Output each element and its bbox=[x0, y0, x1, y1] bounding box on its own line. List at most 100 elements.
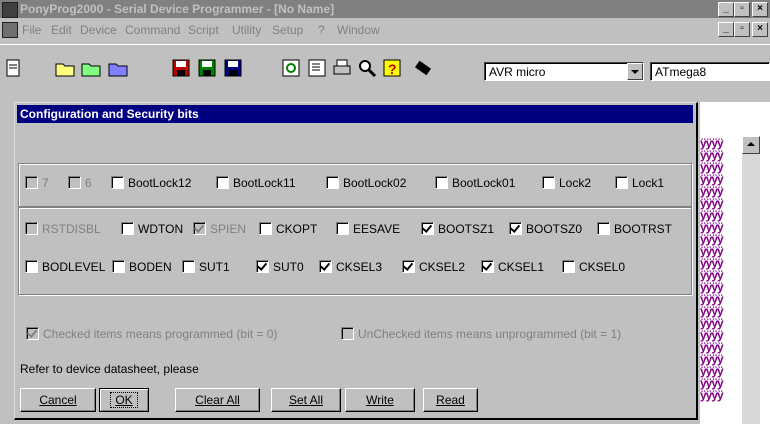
checkbox-box bbox=[25, 176, 38, 189]
chevron-down-icon[interactable] bbox=[627, 63, 643, 80]
menu-command[interactable]: Command bbox=[125, 23, 180, 37]
fuse-wdton-checkbox[interactable]: WDTON bbox=[121, 221, 183, 237]
menu-file[interactable]: File bbox=[22, 23, 41, 37]
lock-7-checkbox: 7 bbox=[25, 175, 49, 191]
config-dialog: Configuration and Security bits 7 6 BootLo… bbox=[14, 102, 698, 420]
fuse-cksel3-checkbox[interactable]: CKSEL3 bbox=[319, 259, 382, 275]
fuse-ckopt-checkbox[interactable]: CKOPT bbox=[259, 221, 317, 237]
open-data-icon[interactable] bbox=[107, 57, 129, 79]
app-title-bar: PonyProg2000 - Serial Device Programmer … bbox=[0, 0, 770, 18]
checkbox-box[interactable] bbox=[256, 260, 269, 273]
toolbar: ? AVR micro ATmega8 bbox=[0, 44, 770, 103]
help-icon[interactable]: ? bbox=[381, 57, 403, 79]
checkbox-label: SUT0 bbox=[273, 260, 304, 274]
scroll-up-button[interactable] bbox=[742, 136, 760, 154]
fuse-bootsz1-checkbox[interactable]: BOOTSZ1 bbox=[421, 221, 494, 237]
clear-all-button[interactable]: Clear All bbox=[175, 388, 260, 412]
vertical-scrollbar[interactable] bbox=[742, 136, 760, 424]
lock-bootlock01-checkbox[interactable]: BootLock01 bbox=[435, 175, 515, 191]
child-minimize-button[interactable]: _ bbox=[718, 22, 734, 37]
checkbox-label: BootLock11 bbox=[233, 176, 296, 190]
checkbox-label: CKSEL2 bbox=[419, 260, 466, 274]
datasheet-note: Refer to device datasheet, please bbox=[20, 362, 199, 376]
checkbox-box[interactable] bbox=[25, 260, 38, 273]
fuse-eesave-checkbox[interactable]: EESAVE bbox=[336, 221, 400, 237]
checkbox-box[interactable] bbox=[336, 222, 349, 235]
fuse-cksel2-checkbox[interactable]: CKSEL2 bbox=[402, 259, 465, 275]
chip-icon bbox=[414, 60, 432, 76]
new-file-icon[interactable] bbox=[2, 57, 24, 79]
fuse-boden-checkbox[interactable]: BODEN bbox=[112, 259, 172, 275]
checkbox-box[interactable] bbox=[597, 222, 610, 235]
checkbox-label: BOOTSZ0 bbox=[526, 222, 583, 236]
checkbox-box[interactable] bbox=[259, 222, 272, 235]
lock-6-checkbox: 6 bbox=[68, 175, 92, 191]
checkbox-box[interactable] bbox=[562, 260, 575, 273]
checkbox-label: Lock2 bbox=[559, 176, 592, 190]
checkbox-box[interactable] bbox=[319, 260, 332, 273]
checkbox-box[interactable] bbox=[121, 222, 134, 235]
save-data-icon[interactable] bbox=[222, 57, 244, 79]
menu-window[interactable]: Window bbox=[337, 23, 380, 37]
set-all-button[interactable]: Set All bbox=[271, 388, 341, 412]
checkbox-box[interactable] bbox=[542, 176, 555, 189]
reload-icon[interactable] bbox=[280, 57, 302, 79]
device-model-select[interactable]: ATmega8 bbox=[650, 62, 770, 81]
child-restore-button[interactable]: ▫ bbox=[734, 22, 750, 37]
checkbox-box[interactable] bbox=[421, 222, 434, 235]
read-button[interactable]: Read bbox=[423, 388, 478, 412]
lock-bootlock11-checkbox[interactable]: BootLock11 bbox=[216, 175, 296, 191]
checkbox-box[interactable] bbox=[481, 260, 494, 273]
legend-unchecked: UnChecked items means unprogrammed (bit … bbox=[341, 326, 621, 342]
print-icon[interactable] bbox=[331, 57, 353, 79]
lock-lock2-checkbox[interactable]: Lock2 bbox=[542, 175, 591, 191]
fuse-bootsz0-checkbox[interactable]: BOOTSZ0 bbox=[509, 221, 582, 237]
checkbox-box[interactable] bbox=[402, 260, 415, 273]
menu-script[interactable]: Script bbox=[188, 23, 219, 37]
svg-text:?: ? bbox=[388, 61, 397, 77]
lock-bootlock12-checkbox[interactable]: BootLock12 bbox=[111, 175, 191, 191]
checkbox-label: BootLock12 bbox=[128, 176, 192, 190]
checkbox-box bbox=[25, 222, 38, 235]
checkbox-box[interactable] bbox=[216, 176, 229, 189]
checkbox-box[interactable] bbox=[509, 222, 522, 235]
open-folder-icon[interactable] bbox=[54, 57, 76, 79]
ok-button[interactable]: OK bbox=[99, 388, 149, 412]
checkbox-label: CKSEL0 bbox=[579, 260, 626, 274]
edit-buffer-icon[interactable] bbox=[306, 57, 328, 79]
write-button[interactable]: Write bbox=[345, 388, 415, 412]
checkbox-box[interactable] bbox=[326, 176, 339, 189]
menu-utility[interactable]: Utility bbox=[232, 23, 261, 37]
menu-help[interactable]: ? bbox=[318, 23, 325, 37]
restore-button[interactable]: ▫ bbox=[734, 2, 750, 17]
document-icon[interactable] bbox=[2, 22, 18, 38]
checkbox-box[interactable] bbox=[615, 176, 628, 189]
lock-lock1-checkbox[interactable]: Lock1 bbox=[615, 175, 664, 191]
menu-edit[interactable]: Edit bbox=[51, 23, 72, 37]
menu-device[interactable]: Device bbox=[80, 23, 117, 37]
open-program-icon[interactable] bbox=[80, 57, 102, 79]
fuse-bootrst-checkbox[interactable]: BOOTRST bbox=[597, 221, 672, 237]
app-icon[interactable] bbox=[2, 2, 18, 18]
legend-checked-text: Checked items means programmed (bit = 0) bbox=[43, 327, 278, 341]
child-close-button[interactable]: × bbox=[752, 22, 768, 37]
device-family-select[interactable]: AVR micro bbox=[484, 62, 644, 81]
close-button[interactable]: × bbox=[752, 2, 768, 17]
checkbox-box[interactable] bbox=[112, 260, 125, 273]
minimize-button[interactable]: _ bbox=[718, 2, 734, 17]
fuse-bodlevel-checkbox[interactable]: BODLEVEL bbox=[25, 259, 105, 275]
fuse-cksel0-checkbox[interactable]: CKSEL0 bbox=[562, 259, 625, 275]
fuse-sut1-checkbox[interactable]: SUT1 bbox=[182, 259, 230, 275]
menu-setup[interactable]: Setup bbox=[272, 23, 303, 37]
save-icon[interactable] bbox=[170, 57, 192, 79]
checkbox-box[interactable] bbox=[182, 260, 195, 273]
lock-bootlock02-checkbox[interactable]: BootLock02 bbox=[326, 175, 406, 191]
device-family-value: AVR micro bbox=[489, 65, 546, 79]
checkbox-box[interactable] bbox=[435, 176, 448, 189]
fuse-sut0-checkbox[interactable]: SUT0 bbox=[256, 259, 304, 275]
checkbox-box[interactable] bbox=[111, 176, 124, 189]
search-icon[interactable] bbox=[356, 57, 378, 79]
cancel-button[interactable]: Cancel bbox=[20, 388, 96, 412]
save-program-icon[interactable] bbox=[196, 57, 218, 79]
fuse-cksel1-checkbox[interactable]: CKSEL1 bbox=[481, 259, 544, 275]
